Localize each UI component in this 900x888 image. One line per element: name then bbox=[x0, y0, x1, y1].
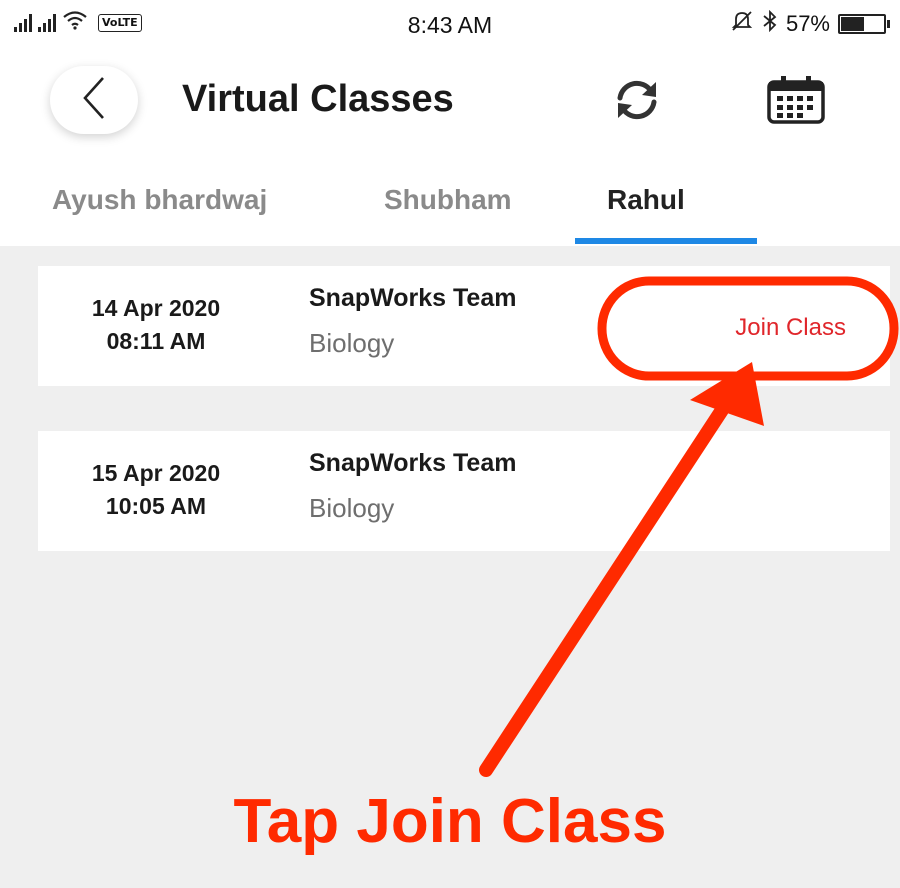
class-card: 14 Apr 2020 08:11 AM SnapWorks Team Biol… bbox=[38, 266, 890, 386]
class-team: SnapWorks Team bbox=[309, 284, 517, 312]
class-card: 15 Apr 2020 10:05 AM SnapWorks Team Biol… bbox=[38, 431, 890, 551]
calendar-icon[interactable] bbox=[766, 76, 826, 129]
class-datetime: 14 Apr 2020 08:11 AM bbox=[38, 292, 274, 358]
mute-icon bbox=[730, 10, 754, 38]
tab-shubham[interactable]: Shubham bbox=[384, 184, 512, 216]
class-subject: Biology bbox=[309, 493, 395, 523]
class-date: 15 Apr 2020 bbox=[91, 460, 221, 486]
tab-bar: Ayush bhardwaj Shubham Rahul bbox=[0, 168, 900, 246]
status-bar: VoLTE 8:43 AM 57% bbox=[0, 0, 900, 50]
annotation-caption: Tap Join Class bbox=[233, 787, 667, 856]
class-date: 14 Apr 2020 bbox=[91, 295, 221, 321]
class-subject: Biology bbox=[309, 328, 395, 358]
tab-ayush-bhardwaj[interactable]: Ayush bhardwaj bbox=[52, 184, 267, 216]
class-team: SnapWorks Team bbox=[309, 449, 517, 477]
status-right: 57% bbox=[730, 9, 890, 38]
tab-rahul[interactable]: Rahul bbox=[607, 184, 685, 216]
battery-text: 57% bbox=[785, 11, 830, 36]
active-tab-indicator bbox=[575, 238, 757, 244]
class-time: 10:05 AM bbox=[105, 493, 207, 519]
battery-level bbox=[841, 17, 864, 31]
class-time: 08:11 AM bbox=[106, 328, 206, 354]
class-datetime: 15 Apr 2020 10:05 AM bbox=[38, 457, 274, 523]
battery-icon bbox=[838, 14, 890, 34]
refresh-icon[interactable] bbox=[612, 78, 662, 127]
page-title: Virtual Classes bbox=[182, 78, 454, 120]
bluetooth-icon bbox=[762, 9, 778, 38]
join-class-button[interactable]: Join Class bbox=[735, 314, 846, 342]
back-arrow-icon bbox=[81, 76, 107, 125]
back-button[interactable] bbox=[50, 66, 138, 134]
